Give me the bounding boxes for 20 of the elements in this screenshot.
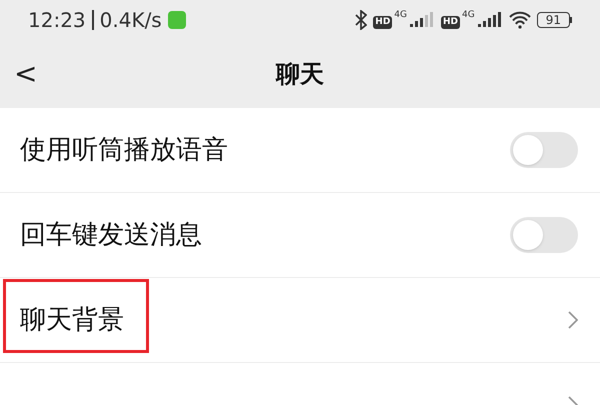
setting-label[interactable]: 使用听筒播放语音 (20, 130, 228, 170)
setting-label[interactable]: 聊天背景 (20, 300, 124, 340)
chevron-right-icon (568, 311, 578, 329)
app-icon (168, 11, 186, 29)
setting-label[interactable]: 回车键发送消息 (20, 216, 202, 254)
back-button[interactable]: < (14, 60, 38, 88)
network-type: 4G (462, 11, 475, 20)
hd-badge: HD (373, 16, 392, 29)
page-title: 聊天 (276, 59, 324, 90)
signal-icon (409, 11, 435, 29)
wifi-icon (508, 11, 531, 29)
status-time: 12:23 (28, 7, 86, 34)
toggle-switch[interactable] (510, 132, 578, 168)
signal-icon (476, 11, 503, 29)
hd-badge: HD (441, 16, 460, 29)
network-speed: 0.4K/s (100, 7, 162, 34)
bluetooth-icon (355, 10, 368, 30)
toggle-switch[interactable] (510, 217, 578, 253)
network-type: 4G (394, 11, 407, 20)
battery-indicator: 91 (536, 12, 570, 28)
